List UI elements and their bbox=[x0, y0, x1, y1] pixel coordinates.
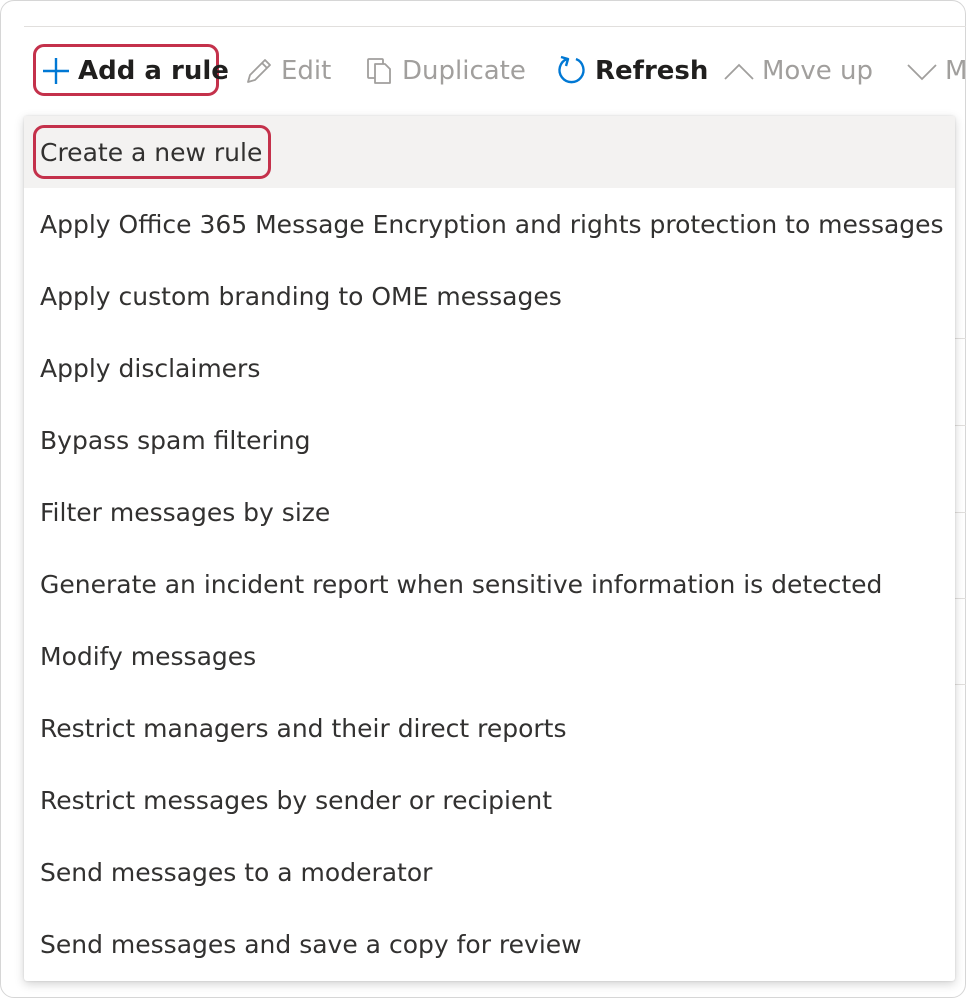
command-bar: Add a rule Edit Duplicate Refresh Move u… bbox=[0, 44, 966, 98]
divider bbox=[24, 26, 966, 27]
menu-item-create-new-rule[interactable]: Create a new rule bbox=[24, 116, 955, 188]
add-rule-label: Add a rule bbox=[78, 56, 229, 86]
background-row-divider bbox=[954, 425, 966, 426]
refresh-icon bbox=[555, 54, 589, 88]
menu-item-label: Apply custom branding to OME messages bbox=[40, 281, 562, 311]
edit-button[interactable]: Edit bbox=[243, 44, 331, 98]
move-up-button[interactable]: Move up bbox=[722, 44, 873, 98]
add-rule-button[interactable]: Add a rule bbox=[40, 44, 229, 98]
menu-item-modify-messages[interactable]: Modify messages bbox=[24, 620, 955, 692]
menu-item-restrict-sender-recipient[interactable]: Restrict messages by sender or recipient bbox=[24, 764, 955, 836]
move-up-label: Move up bbox=[762, 56, 873, 86]
duplicate-label: Duplicate bbox=[402, 56, 526, 86]
menu-item-restrict-managers[interactable]: Restrict managers and their direct repor… bbox=[24, 692, 955, 764]
menu-item-save-copy-review[interactable]: Send messages and save a copy for review bbox=[24, 908, 955, 980]
background-row-divider bbox=[954, 598, 966, 599]
chevron-up-icon bbox=[722, 55, 756, 87]
menu-item-label: Bypass spam filtering bbox=[40, 425, 311, 455]
menu-item-label: Apply disclaimers bbox=[40, 353, 261, 383]
add-rule-dropdown-menu: Create a new rule Apply Office 365 Messa… bbox=[24, 116, 955, 981]
plus-icon bbox=[40, 55, 72, 87]
background-row-divider bbox=[954, 684, 966, 685]
copy-icon bbox=[364, 55, 396, 87]
menu-item-label: Filter messages by size bbox=[40, 497, 331, 527]
menu-item-label: Modify messages bbox=[40, 641, 257, 671]
pencil-icon bbox=[243, 55, 275, 87]
menu-item-custom-branding[interactable]: Apply custom branding to OME messages bbox=[24, 260, 955, 332]
move-down-label: M bbox=[945, 56, 966, 86]
menu-item-apply-disclaimers[interactable]: Apply disclaimers bbox=[24, 332, 955, 404]
create-rule-highlight bbox=[33, 125, 271, 179]
refresh-button[interactable]: Refresh bbox=[555, 44, 708, 98]
menu-item-send-to-moderator[interactable]: Send messages to a moderator bbox=[24, 836, 955, 908]
duplicate-button[interactable]: Duplicate bbox=[364, 44, 526, 98]
refresh-label: Refresh bbox=[595, 56, 709, 86]
menu-item-label: Generate an incident report when sensiti… bbox=[40, 569, 883, 599]
edit-label: Edit bbox=[281, 56, 332, 86]
menu-item-incident-report[interactable]: Generate an incident report when sensiti… bbox=[24, 548, 955, 620]
menu-item-apply-ome[interactable]: Apply Office 365 Message Encryption and … bbox=[24, 188, 955, 260]
move-down-button[interactable]: M bbox=[905, 44, 966, 98]
chevron-down-icon bbox=[905, 55, 939, 87]
menu-item-label: Restrict managers and their direct repor… bbox=[40, 713, 567, 743]
menu-item-bypass-spam[interactable]: Bypass spam filtering bbox=[24, 404, 955, 476]
menu-item-label: Restrict messages by sender or recipient bbox=[40, 785, 552, 815]
menu-item-label: Send messages to a moderator bbox=[40, 857, 433, 887]
menu-item-filter-by-size[interactable]: Filter messages by size bbox=[24, 476, 955, 548]
background-row-divider bbox=[954, 338, 966, 339]
menu-item-label: Send messages and save a copy for review bbox=[40, 929, 582, 959]
background-row-divider bbox=[954, 512, 966, 513]
menu-item-label: Apply Office 365 Message Encryption and … bbox=[40, 209, 944, 239]
